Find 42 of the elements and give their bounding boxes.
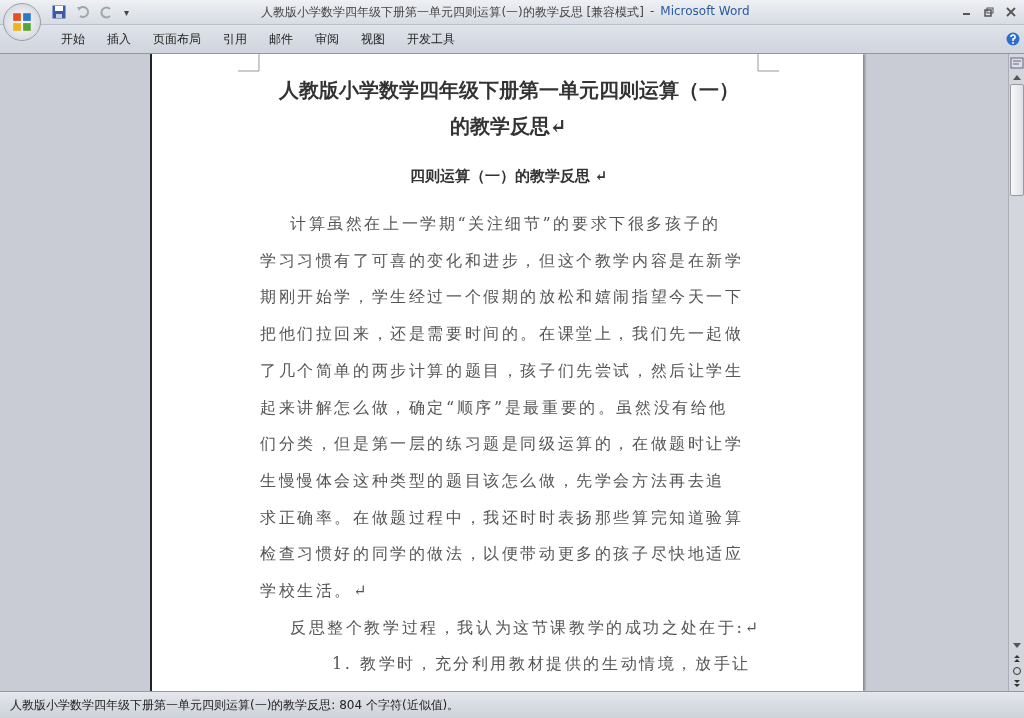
scroll-thumb[interactable]	[1009, 84, 1024, 196]
paragraph-line: 计算虽然在上一学期“关注细节”的要求下很多孩子的	[289, 213, 722, 235]
close-icon[interactable]	[1006, 7, 1016, 17]
restore-icon[interactable]	[984, 7, 994, 17]
paragraph-line: 1. 教学时，充分利用教材提供的生动情境，放手让	[331, 653, 752, 676]
browse-object-icon[interactable]	[1011, 666, 1022, 676]
margin-corner-icon	[238, 54, 260, 72]
ribbon-tab[interactable]: 邮件	[258, 30, 304, 48]
margin-corner-icon	[757, 54, 779, 72]
save-icon[interactable]	[52, 5, 66, 19]
window-title: 人教版小学数学四年级下册第一单元四则运算(一)的教学反思 [兼容模式]	[261, 3, 644, 21]
office-button[interactable]	[3, 3, 41, 41]
ribbon-tab[interactable]: 开始	[50, 30, 96, 48]
paragraph-line: 生慢慢体会这种类型的题目该怎么做，先学会方法再去追	[260, 469, 726, 492]
ribbon-tab[interactable]: 页面布局	[142, 30, 212, 48]
help-icon[interactable]	[1006, 32, 1020, 46]
paragraph-line: 学校生活。↵	[260, 580, 370, 603]
ribbon-tab[interactable]: 审阅	[304, 30, 350, 48]
status-text: 人教版小学数学四年级下册第一单元四则运算(一)的教学反思: 804 个字符(近似值)。	[10, 696, 460, 714]
logo-icon	[11, 11, 33, 33]
paragraph-line: 反思整个教学过程，我认为这节课教学的成功之处在于:↵	[289, 616, 757, 639]
paragraph-line: 检查习惯好的同学的做法，以便带动更多的孩子尽快地适应	[260, 543, 745, 566]
paragraph-line: 把他们拉回来，还是需要时间的。在课堂上，我们先一起做	[260, 323, 745, 346]
document-title: 的教学反思↵	[449, 113, 568, 140]
paragraph-line: 期刚开始学，学生经过一个假期的放松和嬉闹指望今天一下	[260, 286, 745, 309]
ruler-toggle-icon[interactable]	[1009, 56, 1024, 70]
paragraph-line: 们分类，但是第一层的练习题是同级运算的，在做题时让学	[260, 433, 745, 456]
document-title: 人教版小学数学四年级下册第一单元四则运算（一）	[277, 77, 740, 104]
title-separator: -	[649, 3, 655, 20]
ribbon-tab[interactable]: 视图	[350, 30, 396, 48]
scroll-up-icon[interactable]	[1011, 73, 1022, 81]
ribbon-tab[interactable]: 插入	[96, 30, 142, 48]
paragraph-line: 求正确率。在做题过程中，我还时时表扬那些算完知道验算	[260, 506, 745, 529]
document-subtitle: 四则运算（一）的教学反思 ↵	[408, 166, 609, 186]
paragraph-line: 了几个简单的两步计算的题目，孩子们先尝试，然后让学生	[260, 359, 745, 382]
ribbon-tab[interactable]: 引用	[212, 30, 258, 48]
paragraph-line: 起来讲解怎么做，确定“顺序”是最重要的。虽然没有给他	[260, 396, 729, 419]
ribbon-tab[interactable]: 开发工具	[396, 30, 466, 48]
customize-toolbar-button[interactable]: ▾	[124, 6, 130, 18]
paragraph-line: 学习习惯有了可喜的变化和进步，但这个教学内容是在新学	[260, 249, 745, 272]
scroll-down-icon[interactable]	[1011, 642, 1022, 650]
app-name: Microsoft Word	[660, 3, 750, 20]
